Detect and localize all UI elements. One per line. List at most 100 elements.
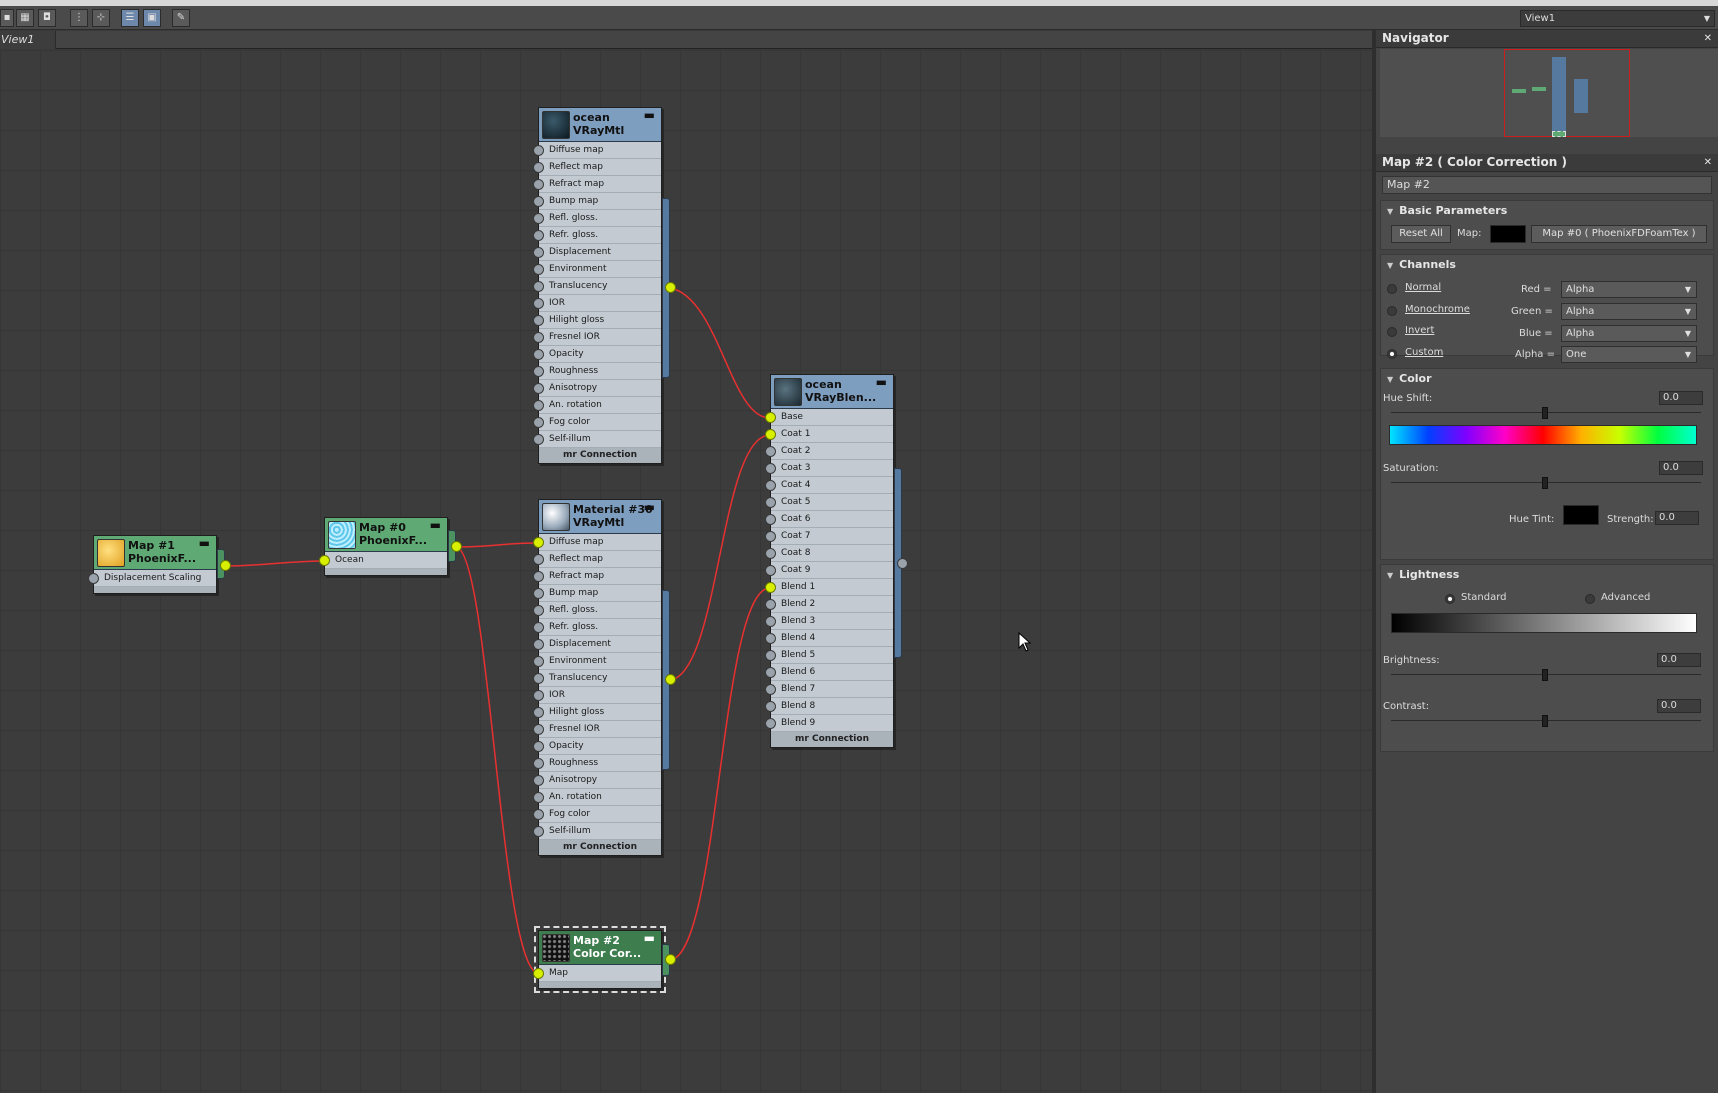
rollout-header[interactable]: ▼ Basic Parameters: [1381, 201, 1713, 221]
socket-icon[interactable]: [533, 383, 544, 394]
node-material-30[interactable]: Material #30 VRayMtl ▬ Diffuse map Reflec…: [533, 499, 662, 856]
socket-icon[interactable]: [533, 707, 544, 718]
node-header[interactable]: ocean VRayBlen... ▬: [771, 375, 893, 409]
strength-spinner[interactable]: 0.0: [1655, 511, 1699, 525]
saturation-slider[interactable]: [1391, 477, 1701, 489]
node-header[interactable]: ocean VRayMtl ▬: [539, 108, 661, 142]
socket-icon[interactable]: [765, 582, 776, 593]
red-channel-dropdown[interactable]: Alpha ▼: [1561, 281, 1697, 298]
socket-icon[interactable]: [533, 281, 544, 292]
radio-standard[interactable]: [1445, 594, 1455, 604]
socket-icon[interactable]: [533, 622, 544, 633]
output-socket-icon[interactable]: [897, 558, 908, 569]
socket-icon[interactable]: [533, 537, 544, 548]
socket-icon[interactable]: [533, 571, 544, 582]
node-map-1[interactable]: Map #1 PhoenixF... ▬ Displacement Scaling: [88, 535, 217, 594]
brightness-spinner[interactable]: 0.0: [1657, 653, 1701, 667]
socket-icon[interactable]: [88, 573, 99, 584]
node-header[interactable]: Map #2 Color Cor... ▬: [539, 931, 661, 965]
socket-icon[interactable]: [765, 616, 776, 627]
layout-children-icon[interactable]: ⊹: [92, 9, 110, 27]
socket-icon[interactable]: [533, 968, 544, 979]
layout-all-icon[interactable]: ⋮: [70, 9, 88, 27]
radio-monochrome[interactable]: [1387, 306, 1397, 316]
socket-icon[interactable]: [533, 162, 544, 173]
socket-icon[interactable]: [533, 434, 544, 445]
socket-icon[interactable]: [765, 531, 776, 542]
socket-icon[interactable]: [533, 673, 544, 684]
socket-icon[interactable]: [533, 145, 544, 156]
rollout-header[interactable]: ▼ Lightness: [1381, 565, 1713, 585]
socket-icon[interactable]: [765, 446, 776, 457]
hue-shift-spinner[interactable]: 0.0: [1659, 391, 1703, 405]
output-socket-icon[interactable]: [451, 541, 462, 552]
close-icon[interactable]: ✕: [1704, 154, 1712, 171]
socket-icon[interactable]: [533, 315, 544, 326]
navigator-view-frame[interactable]: [1504, 49, 1630, 137]
node-header[interactable]: Map #1 PhoenixF... ▬: [94, 536, 216, 570]
output-socket-icon[interactable]: [220, 560, 231, 571]
socket-icon[interactable]: [533, 605, 544, 616]
socket-icon[interactable]: [533, 179, 544, 190]
socket-icon[interactable]: [533, 690, 544, 701]
slider-knob[interactable]: [1542, 407, 1548, 419]
mr-connection-footer[interactable]: mr Connection: [539, 840, 661, 855]
socket-icon[interactable]: [765, 463, 776, 474]
saturation-spinner[interactable]: 0.0: [1659, 461, 1703, 475]
socket-icon[interactable]: [765, 684, 776, 695]
pick-material-icon[interactable]: ▦: [16, 9, 34, 27]
node-ocean-vrayblend[interactable]: ocean VRayBlen... ▬ Base Coat 1 Coat 2 Co…: [765, 374, 894, 748]
socket-icon[interactable]: [533, 230, 544, 241]
view-select-dropdown[interactable]: View1 ▼: [1520, 10, 1715, 27]
contrast-slider[interactable]: [1391, 715, 1701, 727]
map-slot-button[interactable]: Map #0 ( PhoenixFDFoamTex ): [1531, 225, 1707, 243]
socket-icon[interactable]: [765, 412, 776, 423]
socket-icon[interactable]: [533, 656, 544, 667]
socket-icon[interactable]: [765, 565, 776, 576]
socket-icon[interactable]: [765, 599, 776, 610]
radio-normal[interactable]: [1387, 284, 1397, 294]
reset-all-button[interactable]: Reset All: [1391, 225, 1451, 243]
close-icon[interactable]: ✕: [1704, 30, 1712, 47]
socket-icon[interactable]: [533, 400, 544, 411]
mr-connection-footer[interactable]: mr Connection: [539, 448, 661, 463]
socket-icon[interactable]: [533, 298, 544, 309]
minimize-icon[interactable]: ▬: [199, 536, 210, 550]
socket-icon[interactable]: [533, 639, 544, 650]
map-color-swatch[interactable]: [1490, 225, 1526, 243]
radio-custom[interactable]: [1387, 349, 1397, 359]
navigator-view[interactable]: [1380, 49, 1718, 137]
radio-invert[interactable]: [1387, 327, 1397, 337]
minimize-icon[interactable]: ▬: [644, 108, 655, 122]
blue-channel-dropdown[interactable]: Alpha ▼: [1561, 325, 1697, 342]
socket-icon[interactable]: [533, 366, 544, 377]
material-browser-icon[interactable]: ✎: [172, 9, 190, 27]
socket-icon[interactable]: [765, 650, 776, 661]
socket-icon[interactable]: [765, 633, 776, 644]
output-socket-icon[interactable]: [665, 954, 676, 965]
node-ocean-vraymtl[interactable]: ocean VRayMtl ▬ Diffuse map Reflect map R…: [533, 107, 662, 464]
socket-icon[interactable]: [533, 792, 544, 803]
socket-icon[interactable]: [765, 701, 776, 712]
socket-icon[interactable]: [765, 718, 776, 729]
hue-tint-swatch[interactable]: [1563, 505, 1599, 525]
tab-view1[interactable]: View1: [0, 31, 56, 49]
slider-knob[interactable]: [1542, 669, 1548, 681]
socket-icon[interactable]: [533, 264, 544, 275]
socket-icon[interactable]: [765, 429, 776, 440]
node-map-2-selected[interactable]: Map #2 Color Cor... ▬ Map: [533, 926, 666, 993]
socket-icon[interactable]: [533, 349, 544, 360]
green-channel-dropdown[interactable]: Alpha ▼: [1561, 303, 1697, 320]
socket-icon[interactable]: [765, 514, 776, 525]
socket-icon[interactable]: [533, 196, 544, 207]
socket-icon[interactable]: [533, 554, 544, 565]
rollout-header[interactable]: ▼ Color: [1381, 369, 1713, 389]
socket-icon[interactable]: [533, 724, 544, 735]
node-header[interactable]: Map #0 PhoenixF... ▬: [325, 518, 447, 552]
minimize-icon[interactable]: ▬: [430, 518, 441, 532]
minimize-icon[interactable]: ▬: [644, 500, 655, 514]
show-map-icon[interactable]: ◘: [38, 9, 56, 27]
socket-icon[interactable]: [533, 741, 544, 752]
socket-icon[interactable]: [533, 775, 544, 786]
navigator-toggle-icon[interactable]: ▣: [143, 9, 161, 27]
